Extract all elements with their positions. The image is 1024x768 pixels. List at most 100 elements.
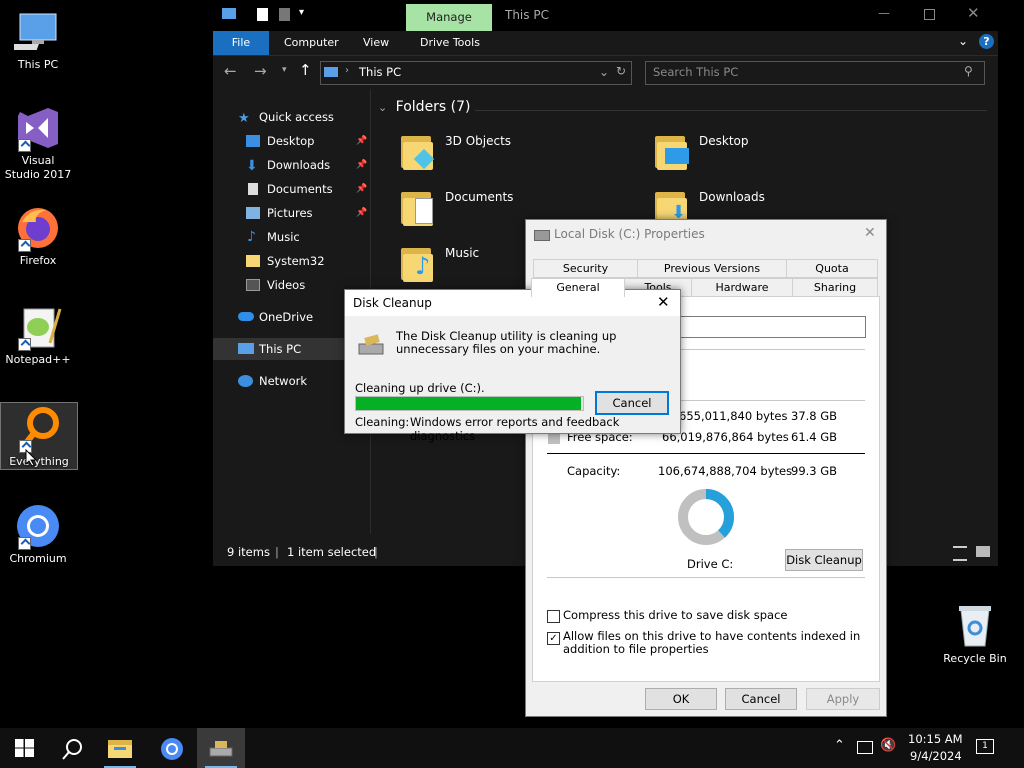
- desktop-folder-icon: [653, 130, 689, 172]
- folder-item-desktop[interactable]: Desktop: [653, 130, 903, 180]
- search-placeholder: Search This PC: [653, 65, 739, 79]
- disk-cleanup-dialog[interactable]: Disk Cleanup ✕ The Disk Cleanup utility …: [344, 289, 681, 443]
- tab-general[interactable]: General: [531, 278, 625, 297]
- tab-previous-versions[interactable]: Previous Versions: [637, 259, 787, 278]
- new-folder-quick-icon[interactable]: [279, 8, 290, 21]
- close-icon[interactable]: ✕: [657, 293, 670, 311]
- forward-arrow-icon[interactable]: →: [254, 62, 267, 80]
- desktop-icon-label: Recycle Bin: [943, 652, 1007, 665]
- shortcut-arrow-icon: [18, 537, 31, 550]
- nav-item-system32[interactable]: System32: [213, 250, 370, 272]
- pin-icon: 📌: [356, 184, 368, 194]
- desktop-icon-this-pc[interactable]: This PC: [0, 8, 76, 72]
- tab-file[interactable]: File: [213, 31, 269, 55]
- apply-button[interactable]: Apply: [806, 688, 880, 710]
- desktop-icon-label: Firefox: [19, 254, 57, 267]
- computer-icon: [238, 343, 254, 354]
- desktop-icon-everything[interactable]: Everything: [0, 402, 78, 470]
- cancel-button[interactable]: Cancel: [595, 391, 669, 415]
- dialog-title: Disk Cleanup: [353, 296, 432, 310]
- address-dropdown-icon[interactable]: ⌄: [599, 65, 609, 79]
- free-space-gb: 61.4 GB: [791, 430, 838, 444]
- nav-item-documents[interactable]: Documents 📌: [213, 178, 370, 200]
- notification-center-icon[interactable]: 1: [976, 739, 994, 754]
- taskbar-file-explorer[interactable]: [96, 728, 144, 768]
- tab-sharing[interactable]: Sharing: [792, 278, 878, 297]
- search-button[interactable]: [48, 728, 96, 768]
- recent-locations-chevron-icon[interactable]: ▾: [282, 65, 287, 75]
- close-icon[interactable]: ✕: [967, 4, 980, 22]
- address-bar[interactable]: › This PC ⌄ ↻: [320, 61, 632, 85]
- desktop-icon-label: Chromium: [9, 552, 67, 565]
- network-status-icon[interactable]: [857, 741, 873, 754]
- document-icon: [248, 183, 258, 195]
- folders-group-header[interactable]: ⌄ Folders (7): [378, 99, 471, 115]
- cancel-button[interactable]: Cancel: [725, 688, 797, 710]
- dialog-titlebar[interactable]: Disk Cleanup ✕: [345, 290, 680, 316]
- disk-cleanup-icon: [358, 334, 384, 355]
- large-icons-view-icon[interactable]: [976, 546, 990, 557]
- music-folder-icon: ♪: [399, 242, 435, 284]
- tab-manage-context[interactable]: Manage: [406, 4, 492, 31]
- nav-item-downloads[interactable]: ⬇ Downloads 📌: [213, 154, 370, 176]
- compress-drive-checkbox[interactable]: [547, 610, 560, 623]
- volume-muted-icon[interactable]: 🔇: [880, 738, 896, 753]
- nav-item-pictures[interactable]: Pictures 📌: [213, 202, 370, 224]
- cleanup-progress-bar: [355, 396, 584, 411]
- tab-security[interactable]: Security: [533, 259, 638, 278]
- drive-name-field[interactable]: [653, 316, 866, 338]
- minimize-icon[interactable]: —: [878, 6, 890, 20]
- tab-drive-tools[interactable]: Drive Tools: [420, 36, 480, 49]
- 3d-objects-folder-icon: [399, 130, 435, 172]
- used-space-bytes: 655,011,840 bytes: [679, 409, 788, 423]
- desktop-icon-recycle-bin[interactable]: Recycle Bin: [937, 602, 1013, 666]
- computer-icon: [324, 67, 338, 77]
- tab-computer[interactable]: Computer: [284, 36, 339, 49]
- pin-icon: 📌: [356, 208, 368, 218]
- index-drive-checkbox[interactable]: ✓: [547, 632, 560, 645]
- search-box[interactable]: Search This PC ⚲: [645, 61, 985, 85]
- details-view-icon[interactable]: [953, 546, 967, 561]
- start-button[interactable]: [0, 728, 48, 768]
- index-drive-label: Allow files on this drive to have conten…: [563, 629, 861, 656]
- chevron-down-icon[interactable]: ▾: [299, 7, 304, 18]
- nav-item-music[interactable]: ♪ Music: [213, 226, 370, 248]
- explorer-titlebar[interactable]: ▾ Manage This PC — ✕: [213, 0, 998, 31]
- tab-hardware[interactable]: Hardware: [691, 278, 793, 297]
- breadcrumb-separator-icon: ›: [345, 65, 349, 76]
- back-arrow-icon[interactable]: ←: [224, 62, 237, 80]
- item-count: 9 items: [227, 545, 270, 559]
- shortcut-arrow-icon: [18, 338, 31, 351]
- up-arrow-icon[interactable]: ↑: [299, 61, 312, 79]
- nav-item-desktop[interactable]: Desktop 📌: [213, 130, 370, 152]
- tab-view[interactable]: View: [363, 36, 389, 49]
- show-hidden-icons-chevron-icon[interactable]: ⌃: [834, 738, 845, 753]
- search-icon[interactable]: ⚲: [964, 64, 973, 78]
- firefox-icon: [14, 204, 62, 252]
- clock-date[interactable]: 9/4/2024: [910, 749, 962, 763]
- properties-quick-icon[interactable]: [257, 8, 268, 21]
- nav-item-quick-access[interactable]: ★ Quick access: [213, 106, 370, 128]
- close-icon[interactable]: ✕: [864, 225, 876, 241]
- taskbar-disk-cleanup[interactable]: [197, 728, 245, 768]
- refresh-icon[interactable]: ↻: [616, 64, 626, 78]
- taskbar-chromium[interactable]: [148, 728, 196, 768]
- ok-button[interactable]: OK: [645, 688, 717, 710]
- desktop-icon-visual-studio[interactable]: Visual Studio 2017: [0, 104, 76, 182]
- maximize-icon[interactable]: [924, 9, 935, 20]
- help-icon[interactable]: ?: [979, 34, 994, 49]
- folder-item-3d-objects[interactable]: 3D Objects: [399, 130, 649, 180]
- desktop-icon-chromium[interactable]: Chromium: [0, 502, 76, 566]
- drive-properties-dialog[interactable]: Local Disk (C:) Properties ✕ Security Pr…: [525, 219, 887, 717]
- clock-time[interactable]: 10:15 AM: [908, 732, 963, 746]
- tab-quota[interactable]: Quota: [786, 259, 878, 278]
- capacity-bytes: 106,674,888,704 bytes: [658, 464, 793, 478]
- notepad-plus-plus-icon: [14, 303, 62, 351]
- disk-cleanup-button[interactable]: Disk Cleanup: [785, 549, 863, 571]
- desktop-icon-firefox[interactable]: Firefox: [0, 204, 76, 268]
- chevron-down-icon[interactable]: ⌄: [958, 34, 968, 48]
- desktop-icon-notepad-plus-plus[interactable]: Notepad++: [0, 303, 76, 367]
- cleaning-label: Cleaning:: [355, 415, 410, 429]
- desktop-icon-label: Visual Studio 2017: [4, 154, 72, 181]
- status-separator: |: [374, 545, 378, 559]
